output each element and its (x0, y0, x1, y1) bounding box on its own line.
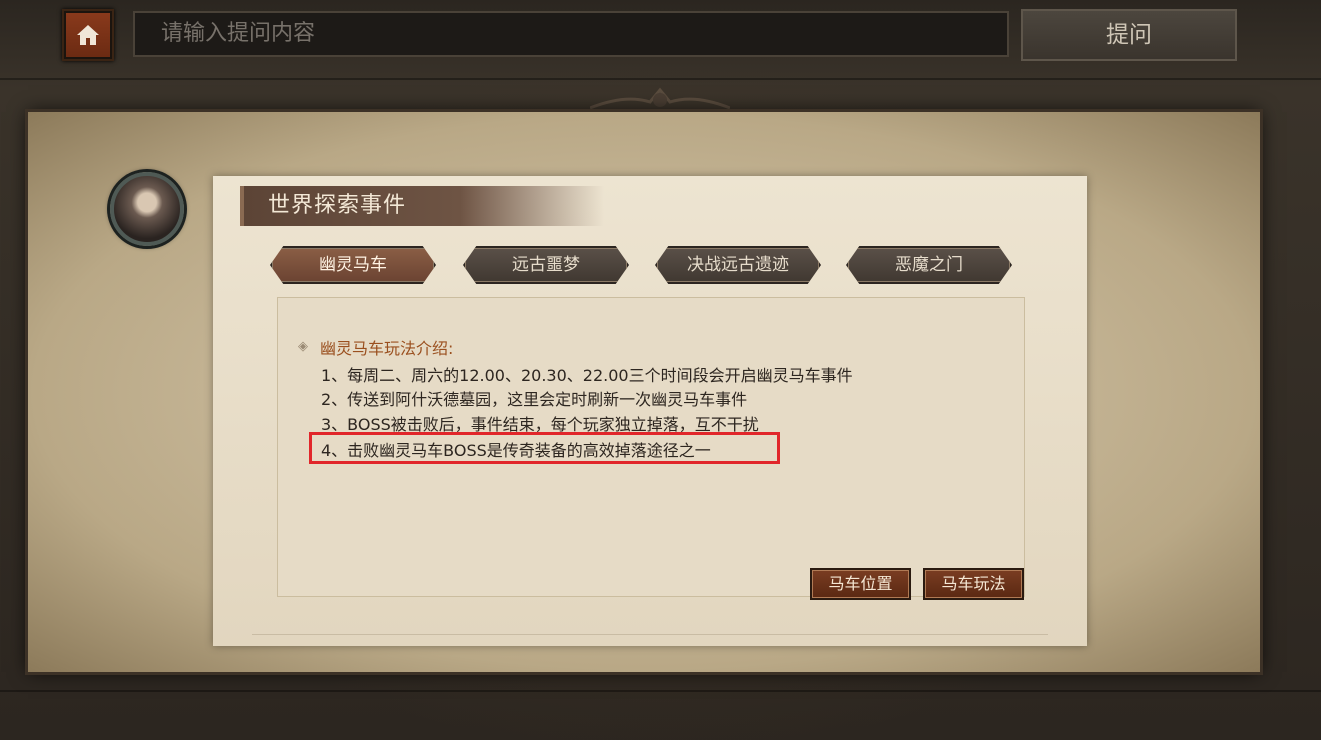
highlight-box (309, 432, 780, 464)
tab-demon-gate[interactable]: 恶魔之门 (846, 246, 1012, 284)
carriage-location-button[interactable]: 马车位置 (810, 568, 911, 600)
tab-ancient-ruins-battle[interactable]: 决战远古遗迹 (655, 246, 821, 284)
rule-line-1: 1、每周二、周六的12.00、20.30、22.00三个时间段会开启幽灵马车事件 (321, 366, 853, 385)
search-input[interactable]: 请输入提问内容 (133, 11, 1009, 57)
plank-divider (0, 690, 1321, 692)
ask-button[interactable]: 提问 (1021, 9, 1237, 61)
panel-divider (252, 634, 1048, 635)
diamond-bullet-icon: ◈ (298, 339, 308, 354)
plank-divider (0, 78, 1321, 80)
home-button[interactable] (62, 9, 114, 61)
avatar (110, 172, 184, 246)
panel-title: 世界探索事件 (240, 186, 604, 226)
tab-ghost-carriage[interactable]: 幽灵马车 (270, 246, 436, 284)
intro-title: 幽灵马车玩法介绍: (320, 339, 454, 358)
tab-ancient-nightmare[interactable]: 远古噩梦 (463, 246, 629, 284)
home-icon (77, 25, 99, 45)
rule-line-2: 2、传送到阿什沃德墓园，这里会定时刷新一次幽灵马车事件 (321, 390, 748, 409)
carriage-gameplay-button[interactable]: 马车玩法 (923, 568, 1024, 600)
